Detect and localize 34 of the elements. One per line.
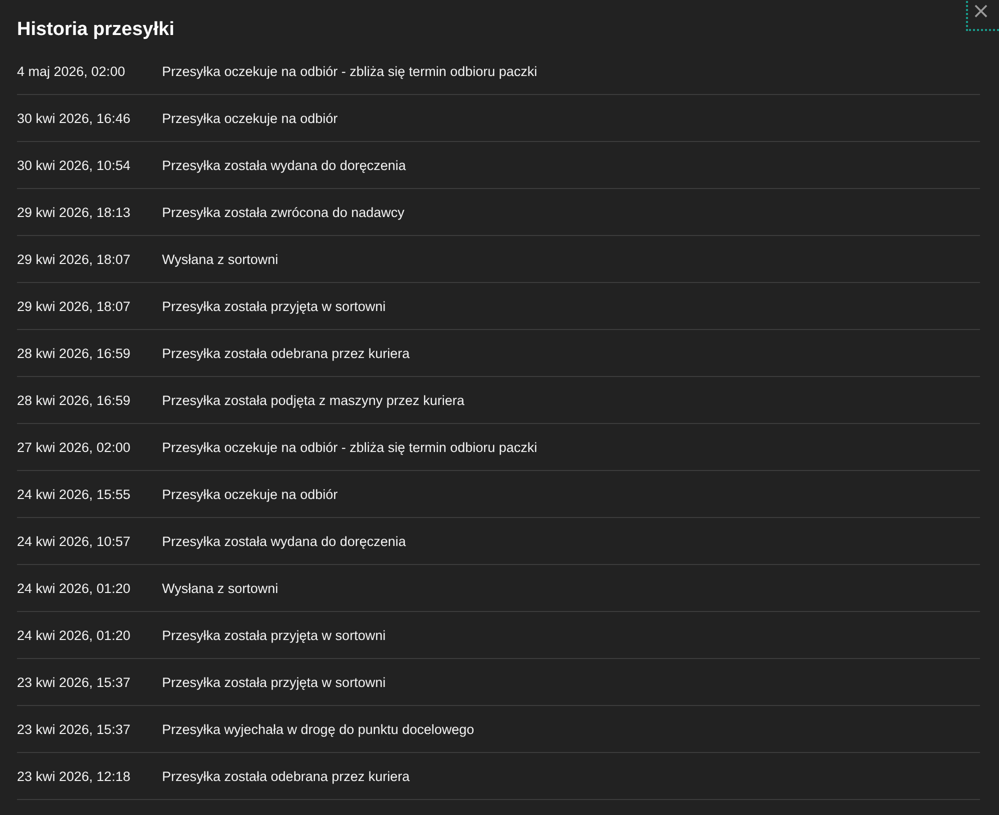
event-description: Przesyłka została odebrana przez kuriera	[162, 346, 410, 360]
event-description: Przesyłka została odebrana przez kuriera	[162, 768, 410, 784]
event-date: 23 kwi 2026, 12:18	[17, 768, 132, 784]
event-date: 29 kwi 2026, 18:07	[17, 298, 132, 314]
event-date: 24 kwi 2026, 10:57	[17, 534, 132, 548]
event-description: Przesyłka została przyjęta w sortowni	[162, 298, 386, 314]
event-description: Przesyłka została podjęta z maszyny przez kuriera	[162, 392, 464, 408]
event-date: 28 kwi 2026, 16:59	[17, 346, 132, 360]
close-button[interactable]: ×	[966, 0, 999, 31]
event-date: 27 kwi 2026, 02:00	[17, 440, 132, 454]
dialog-title: Historia przesyłki	[17, 18, 176, 42]
event-description: Przesyłka została wydana do doręczenia	[162, 534, 406, 548]
event-date: 24 kwi 2026, 01:20	[17, 580, 132, 596]
event-description: Przesyłka oczekuje na odbiór - zbliża się termin odbioru paczki	[162, 440, 538, 454]
event-date: 24 kwi 2026, 15:55	[17, 486, 132, 502]
event-date: 30 kwi 2026, 16:46	[17, 110, 132, 126]
event-description: Przesyłka oczekuje na odbiór	[162, 486, 338, 502]
event-description: Przesyłka oczekuje na odbiór	[162, 110, 338, 126]
event-description: Przesyłka została przyjęta w sortowni	[162, 628, 386, 642]
event-description: Przesyłka została zwrócona do nadawcy	[162, 204, 404, 220]
event-date: 28 kwi 2026, 16:59	[17, 392, 132, 408]
event-description: Wysłana z sortowni	[162, 252, 278, 266]
event-date: 23 kwi 2026, 15:37	[17, 674, 132, 690]
event-date: 30 kwi 2026, 10:54	[17, 158, 132, 172]
event-description: Przesyłka wyjechała w drogę do punktu docelowego	[162, 722, 474, 736]
event-description: Wysłana z sortowni	[162, 580, 278, 596]
event-date: 29 kwi 2026, 18:13	[17, 204, 132, 220]
event-date: 4 maj 2026, 02:00	[17, 64, 126, 78]
event-date: 29 kwi 2026, 18:07	[17, 252, 132, 266]
event-date: 24 kwi 2026, 01:20	[17, 628, 132, 642]
event-date: 23 kwi 2026, 15:37	[17, 722, 132, 736]
event-description: Przesyłka została wydana do doręczenia	[162, 158, 406, 172]
event-description: Przesyłka została przyjęta w sortowni	[162, 674, 386, 690]
event-description: Przesyłka oczekuje na odbiór - zbliża się termin odbioru paczki	[162, 64, 538, 78]
